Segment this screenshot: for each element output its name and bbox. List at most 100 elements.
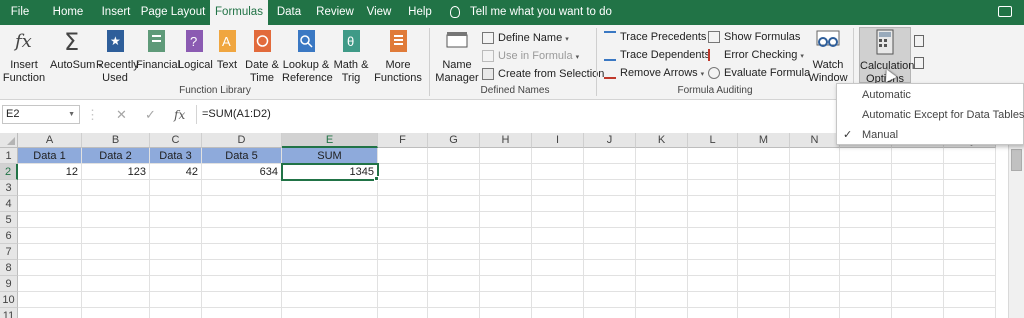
cell-h5[interactable] (480, 212, 532, 228)
cell-c8[interactable] (150, 260, 202, 276)
cell-j5[interactable] (584, 212, 636, 228)
calculate-sheet-button[interactable] (912, 57, 926, 73)
cell-q2[interactable] (944, 164, 996, 180)
cell-l3[interactable] (688, 180, 738, 196)
cell-a5[interactable] (18, 212, 82, 228)
cell-i6[interactable] (532, 228, 584, 244)
column-header-f[interactable]: F (378, 133, 428, 148)
cell-l5[interactable] (688, 212, 738, 228)
cell-d8[interactable] (202, 260, 282, 276)
cell-g6[interactable] (428, 228, 480, 244)
trace-dependents-button[interactable]: Trace Dependents (604, 46, 710, 64)
cell-g10[interactable] (428, 292, 480, 308)
tell-me-search[interactable]: Tell me what you want to do (450, 0, 612, 25)
trace-precedents-button[interactable]: Trace Precedents (604, 28, 706, 46)
recently-used-button[interactable]: ★ Recently Used (96, 27, 139, 87)
calc-option-manual[interactable]: ✓ Manual (837, 126, 1023, 145)
cell-f11[interactable] (378, 308, 428, 318)
use-in-formula-button[interactable]: Use in Formula ▾ (482, 47, 579, 65)
cell-e4[interactable] (282, 196, 378, 212)
column-header-k[interactable]: K (636, 133, 688, 148)
cell-a9[interactable] (18, 276, 82, 292)
cell-k6[interactable] (636, 228, 688, 244)
cell-n7[interactable] (790, 244, 840, 260)
evaluate-formula-button[interactable]: Evaluate Formula (708, 64, 810, 82)
cell-e5[interactable] (282, 212, 378, 228)
cell-m7[interactable] (738, 244, 790, 260)
column-header-e[interactable]: E (282, 133, 378, 148)
cell-p1[interactable] (892, 148, 944, 164)
cell-l1[interactable] (688, 148, 738, 164)
cell-m5[interactable] (738, 212, 790, 228)
column-header-b[interactable]: B (82, 133, 150, 148)
cell-h8[interactable] (480, 260, 532, 276)
insert-function-icon[interactable]: fx (174, 106, 185, 124)
cell-l8[interactable] (688, 260, 738, 276)
column-header-h[interactable]: H (480, 133, 532, 148)
financial-button[interactable]: Financial (136, 27, 180, 87)
tab-data[interactable]: Data (272, 0, 306, 25)
cell-h3[interactable] (480, 180, 532, 196)
cell-o10[interactable] (840, 292, 892, 308)
chevron-down-icon[interactable]: ▼ (68, 106, 75, 123)
cell-g8[interactable] (428, 260, 480, 276)
cell-n3[interactable] (790, 180, 840, 196)
cell-q5[interactable] (944, 212, 996, 228)
cell-k2[interactable] (636, 164, 688, 180)
cell-i5[interactable] (532, 212, 584, 228)
cell-p5[interactable] (892, 212, 944, 228)
cell-q3[interactable] (944, 180, 996, 196)
calculate-now-button[interactable] (912, 35, 926, 51)
cell-e8[interactable] (282, 260, 378, 276)
watch-window-button[interactable]: Watch Window (808, 27, 848, 87)
tab-file[interactable]: File (0, 0, 40, 25)
cell-e11[interactable] (282, 308, 378, 318)
cell-m4[interactable] (738, 196, 790, 212)
row-header-2[interactable]: 2 (0, 164, 18, 180)
cell-e2[interactable]: 1345 (281, 163, 379, 181)
row-header-4[interactable]: 4 (0, 196, 18, 212)
row-header-8[interactable]: 8 (0, 260, 18, 276)
cell-j10[interactable] (584, 292, 636, 308)
cell-d3[interactable] (202, 180, 282, 196)
cell-b9[interactable] (82, 276, 150, 292)
cell-h7[interactable] (480, 244, 532, 260)
cell-j6[interactable] (584, 228, 636, 244)
column-header-j[interactable]: J (584, 133, 636, 148)
cell-g9[interactable] (428, 276, 480, 292)
scroll-thumb[interactable] (1011, 149, 1022, 171)
cell-j8[interactable] (584, 260, 636, 276)
cell-n1[interactable] (790, 148, 840, 164)
column-header-m[interactable]: M (738, 133, 790, 148)
cell-q6[interactable] (944, 228, 996, 244)
cell-p7[interactable] (892, 244, 944, 260)
cell-h4[interactable] (480, 196, 532, 212)
row-header-11[interactable]: 11 (0, 308, 18, 318)
row-header-1[interactable]: 1 (0, 148, 18, 164)
cell-k7[interactable] (636, 244, 688, 260)
column-header-a[interactable]: A (18, 133, 82, 148)
cell-b7[interactable] (82, 244, 150, 260)
text-button[interactable]: A Text (212, 27, 242, 87)
cell-i4[interactable] (532, 196, 584, 212)
cell-c11[interactable] (150, 308, 202, 318)
cell-j11[interactable] (584, 308, 636, 318)
tab-home[interactable]: Home (48, 0, 88, 25)
cell-i9[interactable] (532, 276, 584, 292)
cell-a3[interactable] (18, 180, 82, 196)
cancel-icon[interactable]: ✕ (116, 106, 127, 124)
row-header-9[interactable]: 9 (0, 276, 18, 292)
cell-h6[interactable] (480, 228, 532, 244)
name-box[interactable]: E2 ▼ (2, 105, 80, 124)
cell-p11[interactable] (892, 308, 944, 318)
calc-option-automatic-except-for-data-tables[interactable]: Automatic Except for Data Tables (837, 106, 1024, 125)
more-functions-button[interactable]: More Functions (372, 27, 424, 87)
cell-a6[interactable] (18, 228, 82, 244)
cell-c3[interactable] (150, 180, 202, 196)
cell-f5[interactable] (378, 212, 428, 228)
cell-f4[interactable] (378, 196, 428, 212)
cell-h9[interactable] (480, 276, 532, 292)
cell-f7[interactable] (378, 244, 428, 260)
cell-b4[interactable] (82, 196, 150, 212)
row-header-5[interactable]: 5 (0, 212, 18, 228)
